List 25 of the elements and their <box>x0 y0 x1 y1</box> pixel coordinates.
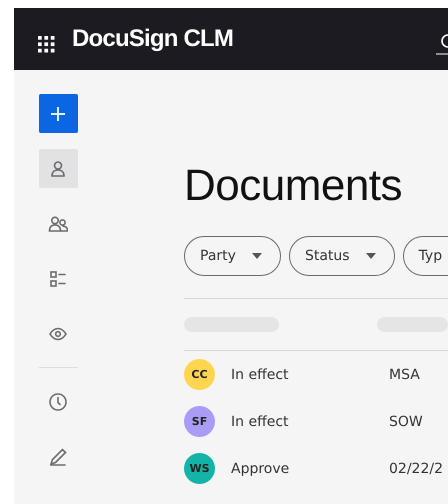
checklist-icon <box>48 268 68 288</box>
person-icon <box>48 158 68 178</box>
add-button[interactable] <box>38 94 78 133</box>
table-cell: 02/22/2 <box>389 460 443 476</box>
caret-icon <box>366 253 376 259</box>
app-grid-icon[interactable] <box>38 36 55 52</box>
filter-dropdown[interactable]: Typ <box>402 236 448 276</box>
people-icon <box>48 214 68 234</box>
sidebar-nav-button[interactable] <box>38 149 78 188</box>
table-cell-text: In effect <box>231 366 290 382</box>
table-cell: MSA <box>389 366 420 382</box>
caret-icon <box>252 253 262 259</box>
avatar-initials: SF <box>184 406 215 437</box>
avatar-initials: WS <box>184 453 215 484</box>
filter-dropdown[interactable]: Status <box>288 236 395 276</box>
search-icon[interactable] <box>436 33 448 55</box>
clock-icon <box>48 392 68 412</box>
avatar-initials: CC <box>184 359 215 390</box>
page-title: Documents <box>184 160 404 212</box>
table-cell: SOW <box>389 414 423 430</box>
table-cell-text: Approve <box>231 460 290 476</box>
app-title: DocuSign CLM <box>72 25 234 53</box>
pen-icon <box>48 446 68 466</box>
filter-dropdown[interactable]: Party <box>184 236 281 276</box>
table-cell-text: In effect <box>231 414 290 430</box>
